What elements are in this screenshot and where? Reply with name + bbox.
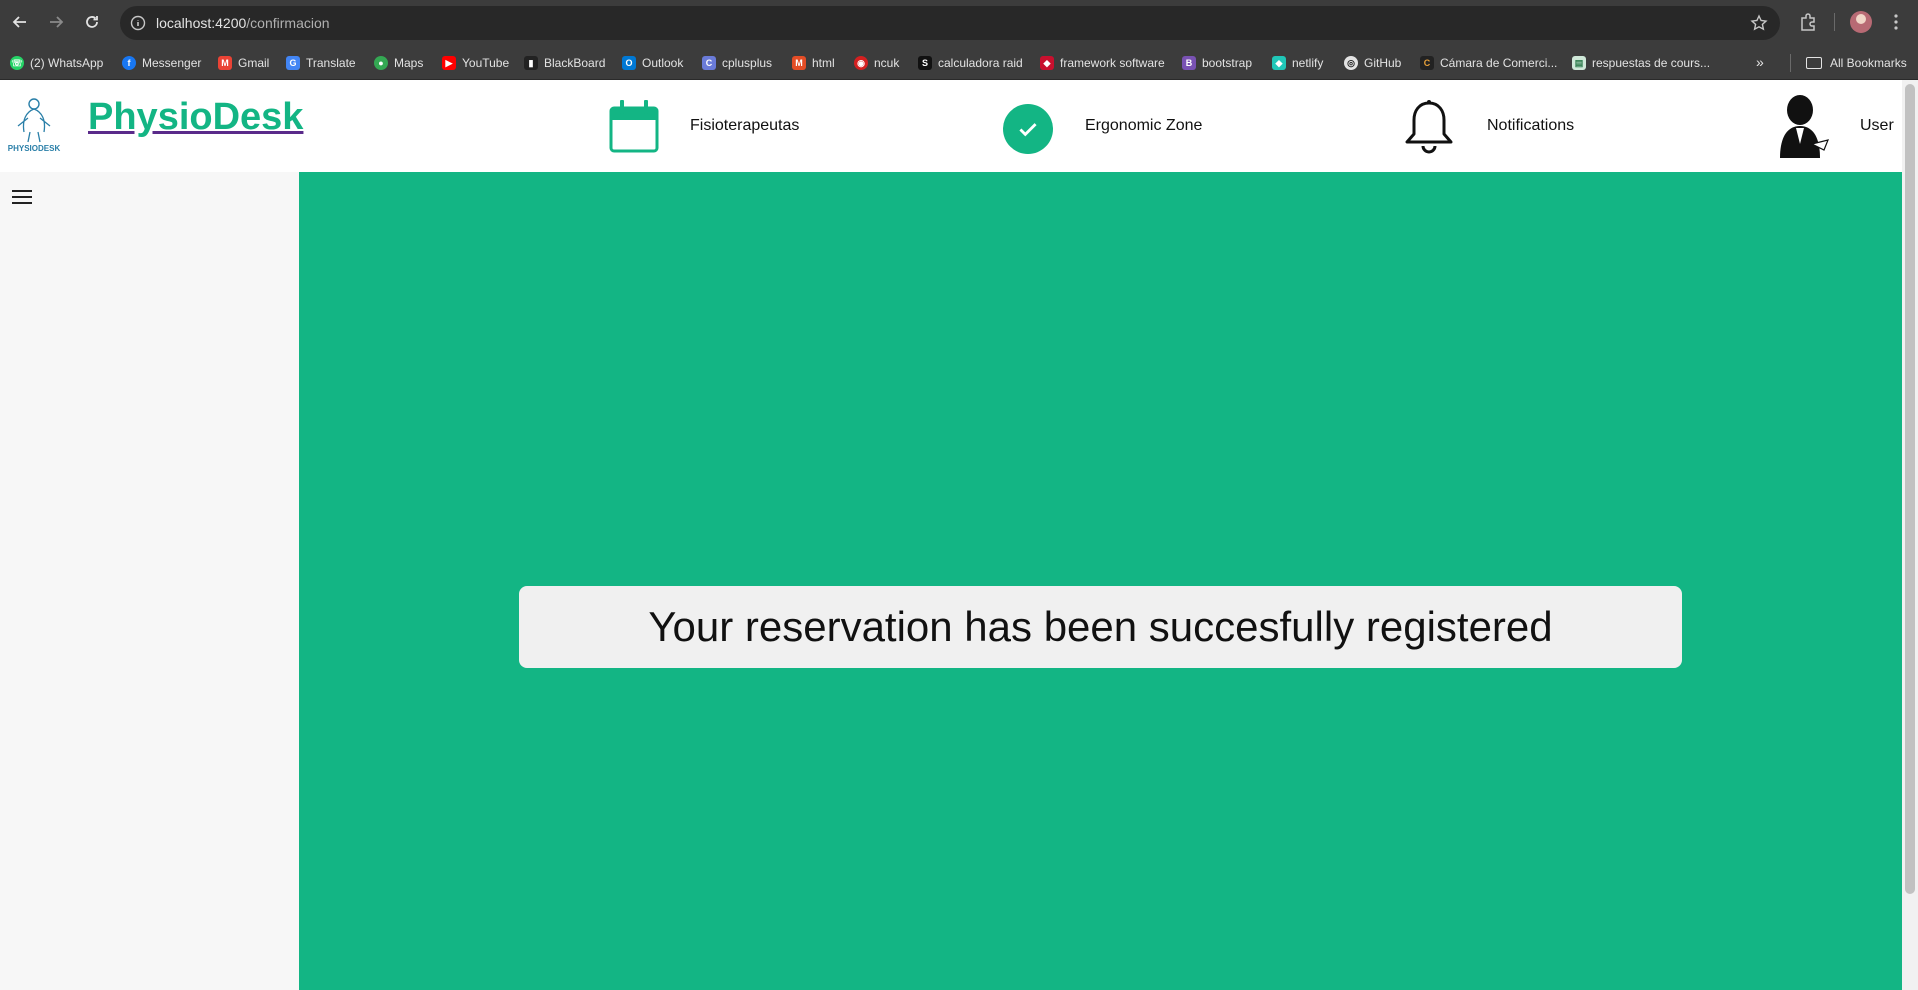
bell-icon[interactable]: [1402, 98, 1456, 156]
profile-avatar[interactable]: [1850, 11, 1872, 33]
user-avatar-icon[interactable]: [1772, 94, 1832, 158]
bookmark-item[interactable]: Mhtml: [792, 46, 835, 80]
toolbar-divider: [1834, 13, 1835, 31]
nav-ergonomic-label: Ergonomic Zone: [1085, 117, 1203, 134]
maps-icon: ●: [374, 56, 388, 70]
scrollbar-thumb[interactable]: [1905, 84, 1915, 894]
blackboard-icon: ▮: [524, 56, 538, 70]
bookmark-item[interactable]: ◆ netlify: [1272, 46, 1323, 80]
bookmark-item[interactable]: ◆ framework software: [1040, 46, 1165, 80]
calendar-icon[interactable]: [608, 98, 660, 154]
bookmark-star-icon[interactable]: [1750, 14, 1768, 32]
hamburger-menu-icon[interactable]: [12, 188, 34, 206]
folder-icon: [1806, 57, 1822, 69]
gmail-icon: M: [218, 56, 232, 70]
bookmark-item[interactable]: ▤ respuestas de cours...: [1572, 46, 1710, 80]
translate-icon: G: [286, 56, 300, 70]
extensions-icon[interactable]: [1798, 12, 1818, 32]
nav-ergonomic-zone[interactable]: Ergonomic Zone: [1085, 80, 1202, 172]
confirmation-message: Your reservation has been succesfully re…: [648, 603, 1553, 650]
forward-icon[interactable]: [44, 10, 68, 34]
nav-user[interactable]: User: [1860, 80, 1894, 172]
bookmark-item[interactable]: M Gmail: [218, 46, 269, 80]
camara-icon: C: [1420, 56, 1434, 70]
page-scrollbar[interactable]: [1902, 80, 1918, 990]
bookmark-item[interactable]: Scalculadora raid: [918, 46, 1023, 80]
html-icon: M: [792, 56, 806, 70]
coursera-icon: ▤: [1572, 56, 1586, 70]
address-url: localhost:4200/confirmacion: [156, 15, 330, 31]
framework-icon: ◆: [1040, 56, 1054, 70]
logo-caption: PHYSIODESK: [8, 144, 61, 153]
bookmark-item[interactable]: O Outlook: [622, 46, 683, 80]
confirmation-message-box: Your reservation has been succesfully re…: [519, 586, 1682, 668]
bookmark-item[interactable]: ◎ GitHub: [1344, 46, 1401, 80]
bookmark-item[interactable]: Ccplusplus: [702, 46, 772, 80]
bookmark-item[interactable]: C Cámara de Comerci...: [1420, 46, 1557, 80]
physiodesk-logo[interactable]: PHYSIODESK: [6, 94, 62, 154]
bookmark-item[interactable]: ▮ BlackBoard: [524, 46, 605, 80]
bookmarks-bar: ☏ (2) WhatsApp f Messenger M Gmail G Transla…: [0, 46, 1918, 80]
bookmark-item[interactable]: Bbootstrap: [1182, 46, 1252, 80]
brand-title[interactable]: PhysioDesk: [88, 96, 303, 139]
facebook-icon: f: [122, 56, 136, 70]
app-root: PHYSIODESK PhysioDesk Fisioterapeutas Er…: [0, 80, 1902, 990]
main-content: Your reservation has been succesfully re…: [299, 172, 1902, 990]
bookmark-item[interactable]: G Translate: [286, 46, 356, 80]
all-bookmarks[interactable]: All Bookmarks: [1806, 46, 1907, 80]
nav-user-label: User: [1860, 117, 1894, 134]
outlook-icon: O: [622, 56, 636, 70]
bookmark-item[interactable]: ● Maps: [374, 46, 423, 80]
nav-notifications-label: Notifications: [1487, 117, 1575, 134]
back-icon[interactable]: [8, 10, 32, 34]
netlify-icon: ◆: [1272, 56, 1286, 70]
nav-notifications[interactable]: Notifications: [1487, 80, 1574, 172]
nav-physiotherapists-label: Fisioterapeutas: [690, 117, 800, 134]
bookmark-item[interactable]: ◉ ncuk: [854, 46, 899, 80]
sidebar: [0, 172, 299, 990]
app-header: PHYSIODESK PhysioDesk Fisioterapeutas Er…: [0, 80, 1902, 172]
address-bar[interactable]: localhost:4200/confirmacion: [120, 6, 1780, 40]
reload-icon[interactable]: [80, 10, 104, 34]
browser-toolbar: localhost:4200/confirmacion: [0, 0, 1918, 46]
ncuk-icon: ◉: [854, 56, 868, 70]
bookmark-item[interactable]: f Messenger: [122, 46, 201, 80]
nav-physiotherapists[interactable]: Fisioterapeutas: [690, 80, 799, 172]
cplusplus-icon: C: [702, 56, 716, 70]
raid-calculator-icon: S: [918, 56, 932, 70]
bookmark-item[interactable]: ▶ YouTube: [442, 46, 509, 80]
site-info-icon[interactable]: [130, 15, 146, 31]
bookmarks-divider: [1790, 54, 1791, 72]
bookmark-item[interactable]: ☏ (2) WhatsApp: [10, 46, 103, 80]
github-icon: ◎: [1344, 56, 1358, 70]
bootstrap-icon: B: [1182, 56, 1196, 70]
youtube-icon: ▶: [442, 56, 456, 70]
browser-menu-icon[interactable]: [1886, 12, 1906, 32]
more-bookmarks-icon[interactable]: »: [1756, 54, 1764, 70]
check-circle-icon[interactable]: [1003, 104, 1053, 154]
whatsapp-icon: ☏: [10, 56, 24, 70]
